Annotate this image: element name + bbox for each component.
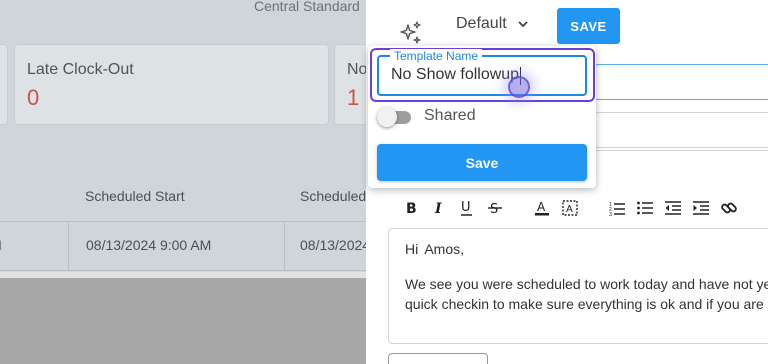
template-name-value: No Show followup — [391, 66, 520, 83]
attachment-button[interactable] — [388, 353, 488, 364]
text-color-icon[interactable]: A — [533, 199, 551, 217]
table-cell-scheduled-end: 08/13/2024 — [300, 237, 371, 253]
indent-icon[interactable] — [692, 199, 710, 217]
stat-value: 0 — [27, 85, 40, 110]
bullet-list-icon[interactable] — [636, 199, 654, 217]
save-button[interactable]: SAVE — [557, 8, 620, 44]
outdent-icon[interactable] — [664, 199, 682, 217]
subject-field[interactable] — [594, 64, 768, 100]
shared-toggle[interactable] — [377, 107, 411, 127]
stat-card-late-clock-out: Late Clock-Out 0 — [14, 44, 329, 125]
column-header-scheduled-end: Scheduled — [300, 188, 367, 204]
editor-field-frame — [594, 150, 768, 170]
template-select[interactable]: Default — [456, 15, 529, 33]
recipient-field[interactable] — [594, 112, 768, 148]
link-icon[interactable] — [720, 199, 738, 217]
stat-label: Late Clock-Out — [27, 61, 134, 78]
column-header-scheduled-start: Scheduled Start — [85, 188, 185, 204]
ordered-list-icon[interactable]: 123 — [608, 199, 626, 217]
svg-text:U: U — [461, 200, 471, 215]
underline-icon[interactable]: U — [458, 199, 476, 217]
svg-text:A: A — [537, 200, 546, 214]
highlight-icon[interactable]: A — [561, 199, 579, 217]
stat-value: 1 — [347, 85, 360, 110]
svg-text:A: A — [566, 204, 573, 215]
table-cell: I — [0, 237, 2, 253]
stat-card-hidden — [0, 44, 8, 125]
stat-label: No — [347, 61, 368, 78]
bold-icon[interactable]: B — [402, 199, 420, 217]
template-name-label: Template Name — [390, 49, 483, 63]
svg-text:I: I — [434, 201, 442, 217]
svg-text:S: S — [490, 202, 498, 217]
svg-text:B: B — [406, 201, 417, 217]
sparkle-icon[interactable] — [398, 20, 424, 46]
strikethrough-icon[interactable]: S — [486, 199, 504, 217]
italic-icon[interactable]: I — [430, 199, 448, 217]
table-cell-scheduled-start: 08/13/2024 9:00 AM — [86, 237, 212, 253]
shared-label: Shared — [424, 107, 476, 124]
table-column-divider — [284, 222, 285, 270]
editor-line: quick checkin to make sure everything is… — [405, 296, 768, 312]
save-template-button[interactable]: Save — [377, 144, 587, 181]
mouse-cursor — [508, 76, 530, 98]
svg-text:3: 3 — [609, 212, 612, 217]
editor-line: We see you were scheduled to work today … — [405, 276, 768, 292]
timezone-label: Central Standard — [254, 0, 360, 14]
editor-greeting: Hi Amos, — [405, 241, 465, 257]
table-column-divider — [68, 222, 69, 270]
message-editor[interactable]: Hi Amos, We see you were scheduled to wo… — [388, 228, 768, 344]
toggle-knob — [377, 107, 397, 127]
template-select-value: Default — [456, 15, 507, 32]
chevron-down-icon — [518, 21, 528, 28]
